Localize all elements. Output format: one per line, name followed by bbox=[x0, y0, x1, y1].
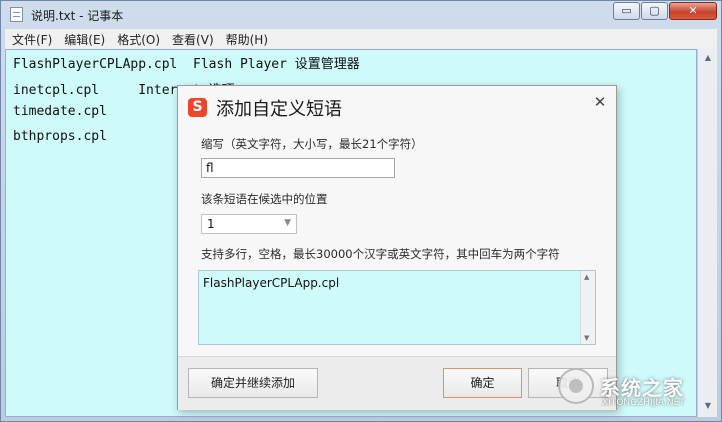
confirm-and-continue-button[interactable]: 确定并继续添加 bbox=[188, 368, 318, 398]
chevron-down-icon: ▼ bbox=[284, 218, 291, 228]
abbr-label: 缩写（英文字符，大小写，最长21个字符） bbox=[201, 137, 423, 151]
menu-edit[interactable]: 编辑(E) bbox=[57, 31, 110, 48]
position-value: 1 bbox=[207, 217, 215, 231]
close-button[interactable]: ✕ bbox=[669, 2, 717, 20]
ok-button[interactable]: 确定 bbox=[443, 368, 522, 398]
minimize-button[interactable]: ▭ bbox=[613, 2, 640, 20]
abbr-input[interactable]: fl bbox=[201, 158, 395, 178]
position-label: 该条短语在候选中的位置 bbox=[201, 192, 328, 206]
notepad-icon bbox=[10, 7, 23, 22]
sogou-logo-icon: S bbox=[188, 98, 207, 117]
phrase-content-text: FlashPlayerCPLApp.cpl bbox=[203, 276, 340, 290]
position-select[interactable]: 1 ▼ bbox=[201, 214, 297, 234]
menu-bar: 文件(F) 编辑(E) 格式(O) 查看(V) 帮助(H) bbox=[5, 29, 717, 49]
menu-format[interactable]: 格式(O) bbox=[110, 31, 165, 48]
watermark-url: XITONGZHIJIA.NET bbox=[602, 398, 685, 408]
editor-line: timedate.cpl bbox=[13, 104, 107, 119]
editor-line: bthprops.cpl bbox=[13, 129, 107, 144]
scroll-up-icon[interactable]: ▲ bbox=[701, 51, 715, 65]
minimize-icon: ▭ bbox=[621, 4, 632, 17]
window-title: 说明.txt - 记事本 bbox=[31, 9, 124, 23]
menu-file[interactable]: 文件(F) bbox=[5, 31, 57, 48]
scroll-down-icon[interactable]: ▼ bbox=[584, 334, 589, 342]
menu-view[interactable]: 查看(V) bbox=[165, 31, 219, 48]
editor-line: FlashPlayerCPLApp.cpl Flash Player 设置管理器 bbox=[13, 57, 360, 72]
maximize-button[interactable]: ▢ bbox=[641, 2, 668, 20]
watermark: 系统之家 XITONGZHIJIA.NET bbox=[548, 360, 718, 416]
maximize-icon: ▢ bbox=[649, 4, 660, 17]
textarea-scrollbar[interactable]: ▲ ▼ bbox=[580, 271, 595, 344]
scroll-up-icon[interactable]: ▲ bbox=[584, 273, 589, 281]
dialog-close-icon[interactable]: ✕ bbox=[592, 94, 608, 110]
content-label: 支持多行，空格，最长30000个汉字或英文字符，其中回车为两个字符 bbox=[201, 247, 560, 261]
dialog-title: 添加自定义短语 bbox=[216, 99, 342, 120]
watermark-text: 系统之家 bbox=[600, 376, 684, 400]
menu-help[interactable]: 帮助(H) bbox=[219, 31, 273, 48]
phrase-content-textarea[interactable]: FlashPlayerCPLApp.cpl ▲ ▼ bbox=[198, 270, 596, 345]
close-icon: ✕ bbox=[688, 4, 698, 17]
watermark-logo-icon bbox=[558, 368, 594, 404]
